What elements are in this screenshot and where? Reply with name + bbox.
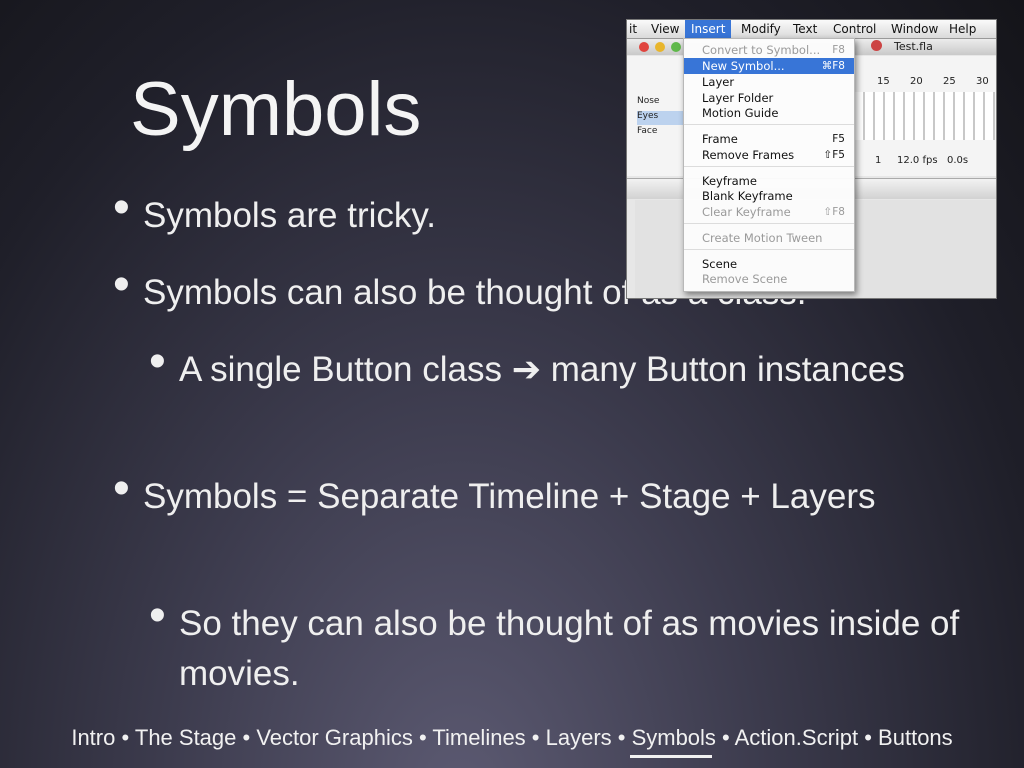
document-title: Test.fla xyxy=(894,40,933,53)
menu-separator xyxy=(684,223,854,224)
ruler-tick: 25 xyxy=(943,76,956,87)
bullet-text: Symbols are tricky. xyxy=(143,196,437,235)
bullet-dot-icon: • xyxy=(113,258,130,311)
flash-screenshot: it View Insert Modify Text Control Windo… xyxy=(627,20,996,298)
elapsed-time: 0.0s xyxy=(947,155,969,166)
menu-separator xyxy=(684,249,854,250)
bullet-dot-icon: • xyxy=(149,589,166,642)
insert-menu: Convert to Symbol... F8 New Symbol... ⌘F8 … xyxy=(683,38,855,292)
menu-insert[interactable]: Insert xyxy=(685,20,732,38)
layer-row[interactable]: Eyes xyxy=(637,111,687,125)
menu-item-keyframe[interactable]: Keyframe xyxy=(684,173,854,189)
menu-item-remove-scene[interactable]: Remove Scene xyxy=(684,271,854,287)
menu-separator xyxy=(684,166,854,167)
layer-row[interactable]: Nose xyxy=(637,96,687,110)
minimize-icon[interactable] xyxy=(655,42,665,52)
menu-item-clear-keyframe[interactable]: Clear Keyframe ⇧F8 xyxy=(684,204,854,220)
menu-item-new-symbol[interactable]: New Symbol... ⌘F8 xyxy=(684,58,854,74)
current-frame: 1 xyxy=(875,155,882,166)
ruler-tick: 20 xyxy=(910,76,923,87)
menu-control[interactable]: Control xyxy=(833,22,876,36)
menu-item-remove-frames[interactable]: Remove Frames ⇧F5 xyxy=(684,147,854,163)
menu-separator xyxy=(684,124,854,125)
ruler-tick: 30 xyxy=(976,76,989,87)
menu-edit[interactable]: it xyxy=(629,22,637,36)
bullet-separate-timeline: • Symbols = Separate Timeline + Stage + … xyxy=(113,464,923,522)
bullet-dot-icon: • xyxy=(113,181,130,234)
bullet-symbols-tricky: • Symbols are tricky. xyxy=(113,183,437,241)
menu-help[interactable]: Help xyxy=(949,22,976,36)
frame-rate: 12.0 fps xyxy=(897,155,938,166)
menu-item-layer-folder[interactable]: Layer Folder xyxy=(684,90,854,106)
current-section-underline xyxy=(630,755,712,758)
layer-row[interactable]: Face xyxy=(637,126,687,140)
menu-item-blank-keyframe[interactable]: Blank Keyframe xyxy=(684,188,854,204)
menu-text[interactable]: Text xyxy=(793,22,817,36)
close-icon[interactable] xyxy=(639,42,649,52)
menu-item-convert-to-symbol[interactable]: Convert to Symbol... F8 xyxy=(684,42,854,58)
menu-item-frame[interactable]: Frame F5 xyxy=(684,131,854,147)
bullet-text: Symbols = Separate Timeline + Stage + La… xyxy=(143,477,876,516)
ruler-tick: 15 xyxy=(877,76,890,87)
bullet-dot-icon: • xyxy=(113,462,130,515)
menu-modify[interactable]: Modify xyxy=(741,22,781,36)
menu-bar: it View Insert Modify Text Control Windo… xyxy=(627,20,996,39)
bullet-text: A single Button class ➔ many Button inst… xyxy=(179,350,905,389)
subbullet-button-class: • A single Button class ➔ many Button in… xyxy=(149,337,919,395)
bullet-text: So they can also be thought of as movies… xyxy=(179,604,960,693)
frame-grid[interactable] xyxy=(855,92,995,140)
menu-item-layer[interactable]: Layer xyxy=(684,74,854,90)
document-icon xyxy=(871,40,882,51)
slide-footer-nav: Intro • The Stage • Vector Graphics • Ti… xyxy=(71,725,953,750)
menu-item-create-motion-tween[interactable]: Create Motion Tween xyxy=(684,230,854,246)
menu-item-scene[interactable]: Scene xyxy=(684,256,854,272)
menu-view[interactable]: View xyxy=(651,22,679,36)
subbullet-movies-inside-movies: • So they can also be thought of as movi… xyxy=(149,591,979,699)
menu-item-motion-guide[interactable]: Motion Guide xyxy=(684,105,854,121)
bullet-dot-icon: • xyxy=(149,335,166,388)
slide-title: Symbols xyxy=(130,67,422,152)
menu-window[interactable]: Window xyxy=(891,22,938,36)
zoom-icon[interactable] xyxy=(671,42,681,52)
